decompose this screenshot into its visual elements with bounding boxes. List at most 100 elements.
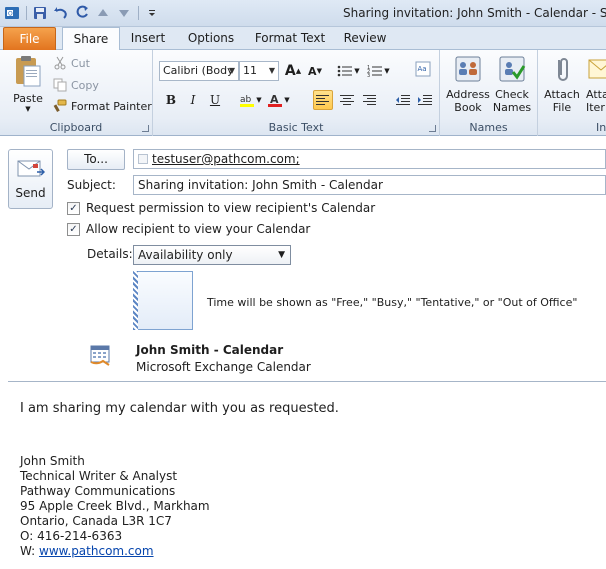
align-left-button[interactable] [313,90,333,110]
address-book-button[interactable]: Address Book [445,54,491,114]
attach-item-icon [588,59,606,79]
signature-line: Ontario, Canada L3R 1C7 [20,514,172,528]
compose-area: Send To... testuser@pathcom.com; Subject… [0,137,606,569]
highlight-dropdown-icon[interactable]: ▼ [255,90,263,110]
save-icon[interactable] [30,4,50,22]
tab-insert[interactable]: Insert [124,27,172,50]
signature-web-line: W: www.pathcom.com [20,544,154,558]
svg-text:O: O [8,11,13,18]
window-title: Sharing invitation: John Smith - Calenda… [343,6,606,20]
cut-button[interactable]: Cut [53,56,90,70]
subject-field[interactable]: Sharing invitation: John Smith - Calenda… [133,175,606,195]
send-button[interactable]: Send [8,149,53,209]
basic-text-launcher-icon[interactable] [429,125,436,132]
message-body-text[interactable]: I am sharing my calendar with you as req… [20,401,339,416]
copy-icon [53,78,67,92]
format-painter-label: Format Painter [71,99,152,113]
calendar-name: John Smith - Calendar [136,343,284,357]
align-right-button[interactable] [359,90,379,110]
attach-item-label-2: Iter [586,101,605,114]
undo-icon[interactable] [51,4,71,22]
format-painter-button[interactable]: Format Painter [53,99,152,113]
check-names-icon [499,56,526,82]
calendar-type: Microsoft Exchange Calendar [136,360,311,374]
signature-web-link[interactable]: www.pathcom.com [39,544,154,558]
cut-label: Cut [71,56,90,70]
numbering-dropdown-icon[interactable]: ▼ [383,61,391,81]
tab-file[interactable]: File [3,27,56,50]
basic-text-group: Calibri (Body ▼ 11 ▼ A ▲ A ▼ ▼ 123 ▼ Aa B … [153,50,440,136]
decrease-indent-icon[interactable] [393,90,413,110]
font-size-combo[interactable]: 11 ▼ [239,61,279,81]
allow-view-label: Allow recipient to view your Calendar [86,222,311,236]
qat-separator [138,6,139,20]
bold-button[interactable]: B [161,90,181,110]
shrink-font-icon[interactable]: A ▼ [305,61,325,81]
italic-button[interactable]: I [183,90,203,110]
paste-button[interactable]: Paste ▼ [7,54,49,113]
include-group-label: Inc [596,121,606,134]
contact-card-icon [138,154,148,164]
tab-format-text[interactable]: Format Text [252,27,328,50]
signature-web-prefix: W: [20,544,40,558]
attach-file-button[interactable]: Attach File [542,54,582,114]
outlook-app-icon[interactable]: O [2,4,22,22]
details-select[interactable]: Availability only ▼ [133,245,291,265]
allow-view-checkbox[interactable]: ✓ [67,223,80,236]
ribbon-tabs: File Share Insert Options Format Text Re… [0,27,606,51]
copy-label: Copy [71,78,99,92]
to-field[interactable]: testuser@pathcom.com; [133,149,606,169]
format-painter-icon [53,99,67,112]
font-name-combo[interactable]: Calibri (Body ▼ [159,61,239,81]
send-envelope-icon [17,160,45,177]
address-book-icon [455,56,481,82]
body-divider [8,381,606,382]
next-item-icon[interactable] [114,4,134,22]
customize-qat-icon[interactable] [142,4,162,22]
availability-preview-image [133,271,193,330]
request-permission-checkbox[interactable]: ✓ [67,202,80,215]
tab-review[interactable]: Review [338,27,392,50]
signature-line: Technical Writer & Analyst [20,469,178,483]
to-button[interactable]: To... [67,149,125,170]
attach-item-button[interactable]: Atta Iter [586,54,606,114]
previous-item-icon[interactable] [93,4,113,22]
grow-font-icon[interactable]: A ▲ [283,61,303,81]
highlight-icon[interactable]: ab [237,90,257,110]
font-color-dropdown-icon[interactable]: ▼ [283,90,291,110]
svg-text:Aa: Aa [418,65,427,73]
ribbon: Paste ▼ Cut Copy Format Painter Clipboar… [0,50,606,136]
details-label: Details: [87,247,133,261]
clipboard-group: Paste ▼ Cut Copy Format Painter Clipboar… [0,50,153,136]
numbering-icon[interactable]: 123 [365,61,385,81]
bullets-dropdown-icon[interactable]: ▼ [353,61,361,81]
paste-dropdown-arrow-icon: ▼ [25,105,31,113]
clipboard-launcher-icon[interactable] [142,125,149,132]
svg-text:ab: ab [240,95,252,105]
tab-options[interactable]: Options [182,27,240,50]
details-note: Time will be shown as "Free," "Busy," "T… [207,296,578,309]
clipboard-group-label: Clipboard [49,121,103,134]
increase-indent-icon[interactable] [415,90,435,110]
tab-share[interactable]: Share [62,27,120,51]
check-names-button[interactable]: Check Names [490,54,534,114]
font-size-value: 11 [243,64,257,77]
styles-icon[interactable]: Aa [413,59,433,79]
quick-access-toolbar: O [2,4,163,22]
copy-button[interactable]: Copy [53,78,99,92]
redo-icon[interactable] [72,4,92,22]
signature-line: John Smith [20,454,85,468]
title-bar: O Sharing invitation: John Smith - Calen… [0,0,606,27]
font-color-icon[interactable]: A [265,90,285,110]
align-center-button[interactable] [337,90,357,110]
address-book-label-2: Book [454,101,482,114]
recipient-email[interactable]: testuser@pathcom.com; [152,152,300,166]
attach-file-label-1: Attach [544,88,580,101]
bullets-icon[interactable] [335,61,355,81]
signature-line: O: 416-214-6363 [20,529,123,543]
underline-button[interactable]: U [205,90,225,110]
send-label: Send [15,186,46,200]
signature-line: 95 Apple Creek Blvd., Markham [20,499,210,513]
shared-calendar-icon [90,345,110,366]
names-group-label: Names [469,121,508,134]
